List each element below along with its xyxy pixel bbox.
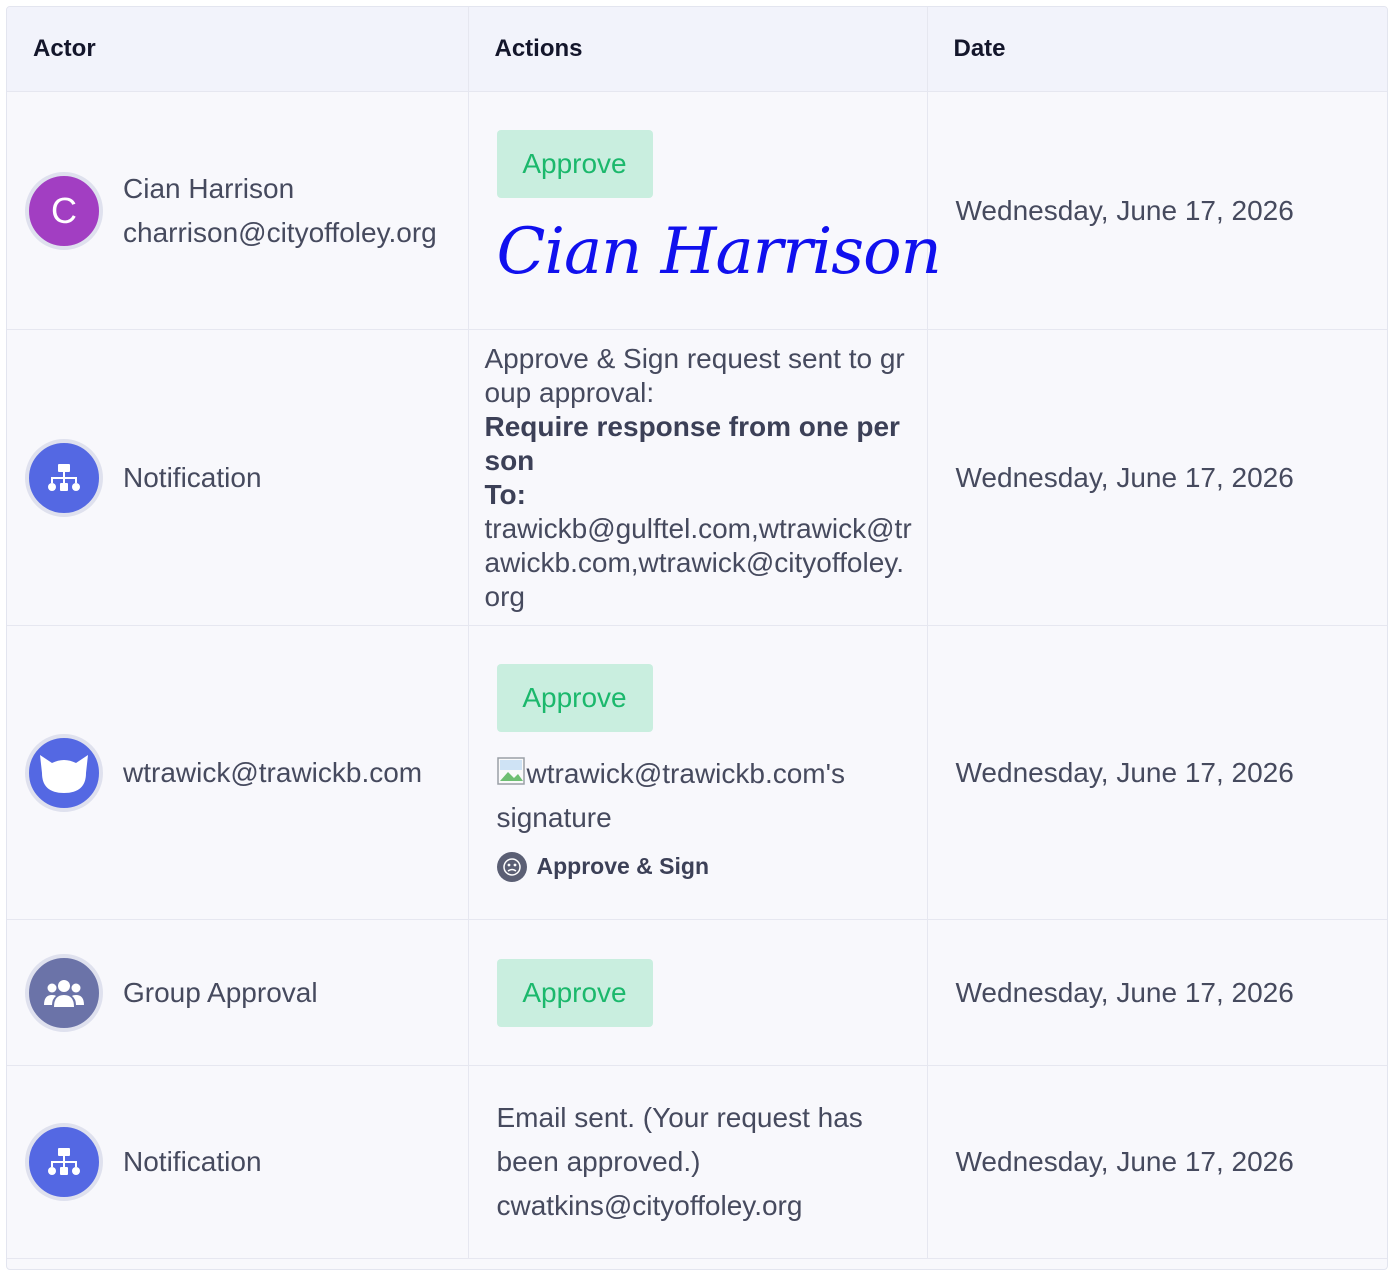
date-text: Wednesday, June 17, 2026 — [955, 1146, 1294, 1177]
actor-cell: Group Approval — [7, 919, 469, 1066]
actor-cell: Notification — [7, 1065, 469, 1259]
users-icon — [44, 979, 84, 1007]
date-cell: Wednesday, June 17, 2026 — [927, 329, 1387, 626]
approve-badge: Approve — [496, 958, 653, 1027]
table-row: Notification Email sent. (Your request h… — [7, 1065, 1387, 1259]
message-to-label: To: — [484, 478, 526, 510]
actions-cell: Approve — [468, 919, 928, 1066]
activity-table-container: Actor Actions Date C Cian Harrison charr… — [6, 6, 1388, 1270]
sign-method-label: Approve & Sign — [536, 853, 710, 879]
actions-cell: Approve & Sign request sent to group app… — [468, 329, 928, 626]
date-cell: Wednesday, June 17, 2026 — [927, 625, 1387, 920]
actions-cell: Approve wtrawick@trawickb.com's signatur… — [468, 625, 928, 920]
message-recipients: trawickb@gulftel.com,wtrawick@trawickb.c… — [484, 512, 912, 612]
header-date[interactable]: Date — [927, 7, 1387, 92]
header-actor[interactable]: Actor — [7, 7, 469, 92]
table-row: C Cian Harrison charrison@cityoffoley.or… — [7, 91, 1387, 330]
approve-badge: Approve — [496, 129, 653, 198]
actor-cell: wtrawick@trawickb.com — [7, 625, 469, 920]
actor-name: Cian Harrison — [123, 172, 295, 204]
date-text: Wednesday, June 17, 2026 — [955, 461, 1294, 493]
cat-icon — [40, 754, 88, 793]
actor-name: Notification — [123, 1146, 262, 1177]
sign-method: Approve & Sign — [496, 851, 927, 882]
avatar — [25, 438, 103, 517]
avatar — [25, 733, 103, 812]
signature-image-broken: wtrawick@trawickb.com's signature — [497, 752, 897, 840]
date-text: Wednesday, June 17, 2026 — [955, 976, 1294, 1008]
table-row: Group Approval Approve Wednesday, June 1… — [7, 919, 1387, 1066]
table-row: Notification Approve & Sign request sent… — [7, 329, 1387, 626]
date-cell: Wednesday, June 17, 2026 — [927, 919, 1387, 1066]
date-cell: Wednesday, June 17, 2026 — [927, 91, 1387, 330]
email-status: Email sent. (Your request has been appro… — [496, 1102, 863, 1177]
actor-name: Group Approval — [123, 976, 318, 1008]
actor-name: Notification — [123, 461, 262, 493]
signature-image: Cian Harrison — [496, 214, 942, 289]
org-chart-icon — [48, 463, 80, 491]
avatar-letter: C — [51, 189, 77, 231]
date-cell: Wednesday, June 17, 2026 — [927, 1065, 1387, 1259]
avatar — [25, 953, 103, 1032]
date-text: Wednesday, June 17, 2026 — [955, 756, 1294, 788]
signature-alt-text: wtrawick@trawickb.com's signature — [496, 757, 845, 833]
email-recipient: cwatkins@cityoffoley.org — [496, 1190, 803, 1221]
broken-image-icon — [496, 756, 527, 786]
avatar: C — [25, 171, 103, 250]
actions-cell: Approve Cian Harrison — [468, 91, 942, 330]
approve-badge: Approve — [496, 663, 653, 732]
activity-table: Actor Actions Date C Cian Harrison charr… — [7, 7, 1387, 1259]
actor-info: Cian Harrison charrison@cityoffoley.org — [123, 167, 445, 255]
email-message: Email sent. (Your request has been appro… — [469, 1096, 927, 1228]
avatar — [25, 1123, 103, 1201]
sign-method-icon — [496, 851, 527, 882]
table-row: wtrawick@trawickb.com Approve wtrawick@t… — [7, 625, 1387, 920]
notification-message: Approve & Sign request sent to group app… — [469, 342, 915, 614]
table-header-row: Actor Actions Date — [7, 7, 1387, 92]
header-actions[interactable]: Actions — [468, 7, 928, 92]
actor-email: charrison@cityoffoley.org — [123, 216, 437, 248]
date-text: Wednesday, June 17, 2026 — [955, 194, 1294, 226]
actor-name: wtrawick@trawickb.com — [123, 756, 423, 788]
message-intro: Approve & Sign request sent to group app… — [484, 342, 905, 408]
actions-cell: Email sent. (Your request has been appro… — [468, 1065, 928, 1259]
actor-cell: Notification — [7, 329, 469, 626]
actor-cell: C Cian Harrison charrison@cityoffoley.or… — [7, 91, 469, 330]
message-requirement: Require response from one person — [484, 410, 900, 476]
org-chart-icon — [48, 1148, 80, 1175]
